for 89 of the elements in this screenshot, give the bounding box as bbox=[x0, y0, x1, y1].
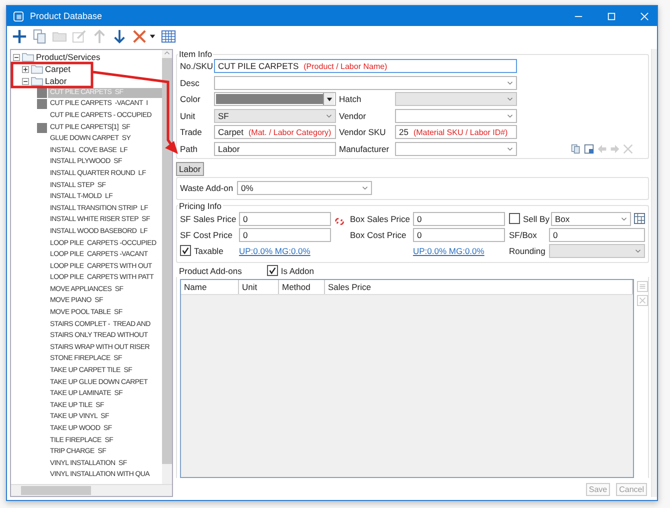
markup-link[interactable]: UP:0.0% MG:0.0% bbox=[239, 246, 413, 256]
field-label: Manufacturer bbox=[339, 144, 390, 154]
field-label: SF/Box bbox=[509, 230, 538, 240]
scrollbar[interactable] bbox=[11, 484, 172, 496]
field-label: Box Cost Price bbox=[350, 230, 408, 240]
copy-icon[interactable] bbox=[571, 144, 581, 154]
expand-icon[interactable] bbox=[22, 66, 29, 72]
database-icon bbox=[13, 10, 24, 22]
checkbox-label: Taxable bbox=[194, 246, 224, 256]
field-label: No./SKU bbox=[180, 61, 214, 71]
field-label: Hatch bbox=[339, 94, 362, 104]
chevron-down-icon bbox=[507, 80, 513, 84]
window-title: Product Database bbox=[30, 11, 102, 21]
field-label: Vendor bbox=[339, 110, 367, 120]
annotation-text: (Product / Labor Name) bbox=[304, 62, 388, 70]
field-label: SF Sales Price bbox=[180, 214, 238, 224]
broken-link-icon[interactable] bbox=[334, 216, 345, 227]
scrollbar-thumb[interactable] bbox=[162, 464, 172, 484]
collapse-icon[interactable] bbox=[22, 78, 29, 84]
dropdown[interactable]: Box bbox=[551, 212, 631, 226]
tree-item[interactable]: Carpet bbox=[45, 64, 71, 74]
folder-icon bbox=[31, 76, 43, 86]
dropdown[interactable] bbox=[395, 142, 517, 156]
table-icon[interactable] bbox=[634, 213, 645, 224]
checkbox-label: Sell By bbox=[523, 214, 550, 224]
checkbox[interactable] bbox=[180, 245, 191, 256]
add-icon[interactable] bbox=[12, 29, 27, 44]
chevron-down-icon bbox=[507, 97, 513, 101]
column-header[interactable]: Name bbox=[181, 280, 239, 294]
text-field[interactable]: 0 bbox=[413, 228, 505, 242]
down-arrow-icon[interactable] bbox=[112, 29, 127, 44]
text-field[interactable]: 0 bbox=[239, 228, 331, 242]
group-title: Product Add-ons bbox=[179, 266, 242, 276]
text-field[interactable]: 0 bbox=[239, 212, 331, 226]
chevron-down-icon bbox=[507, 114, 513, 118]
field-label: Desc bbox=[180, 78, 200, 88]
annotation-text: (Mat. / Labor Category) bbox=[248, 128, 332, 136]
checkbox[interactable] bbox=[509, 213, 520, 224]
group-title: Item Info bbox=[178, 49, 214, 59]
folder-icon bbox=[22, 52, 34, 62]
chevron-down-icon bbox=[326, 114, 332, 118]
text-field[interactable]: CUT PILE CARPETS (Product / Labor Name) bbox=[214, 59, 517, 73]
tree-item[interactable]: Product/Services bbox=[36, 52, 100, 62]
column-header[interactable]: Sales Price bbox=[325, 280, 633, 294]
text-field[interactable]: 0 bbox=[549, 228, 645, 242]
column-header[interactable]: Unit bbox=[239, 280, 279, 294]
text-field[interactable]: 25 (Material SKU / Labor ID#) bbox=[395, 125, 517, 139]
text-field[interactable]: Labor bbox=[214, 142, 336, 156]
field-label: Path bbox=[180, 144, 198, 154]
tree-item[interactable]: Labor bbox=[45, 76, 67, 86]
field-label: Vendor SKU bbox=[339, 127, 387, 137]
field-label: Waste Add-on bbox=[180, 182, 234, 192]
folder-icon bbox=[31, 64, 43, 74]
field-label: SF Cost Price bbox=[180, 230, 234, 240]
field-label: Rounding bbox=[509, 246, 546, 256]
chevron-down-icon bbox=[621, 216, 627, 220]
tab[interactable]: Labor bbox=[176, 162, 204, 176]
dropdown[interactable]: 0% bbox=[237, 180, 372, 194]
chevron-down-icon bbox=[362, 186, 368, 190]
scrollbar[interactable] bbox=[651, 49, 657, 497]
chevron-up-icon[interactable] bbox=[164, 51, 170, 55]
caret-icon[interactable] bbox=[326, 96, 332, 102]
document-icon[interactable] bbox=[584, 144, 594, 154]
grid-icon[interactable] bbox=[161, 29, 176, 44]
dropdown[interactable] bbox=[395, 108, 517, 122]
text-field[interactable]: Carpet (Mat. / Labor Category) bbox=[214, 125, 336, 139]
collapse-icon[interactable] bbox=[13, 54, 20, 60]
chevron-down-icon bbox=[635, 248, 641, 252]
text-field[interactable]: 0 bbox=[413, 212, 505, 226]
copy-icon[interactable] bbox=[32, 29, 47, 44]
scrollbar-thumb[interactable] bbox=[21, 486, 91, 495]
annotation-text: (Material SKU / Labor ID#) bbox=[413, 128, 508, 136]
scrollbar[interactable] bbox=[162, 50, 172, 484]
column-header[interactable]: Method bbox=[279, 280, 325, 294]
caret-icon[interactable] bbox=[149, 33, 156, 40]
checkbox-label: Is Addon bbox=[280, 266, 314, 276]
field-label: Trade bbox=[180, 127, 203, 137]
markup-link[interactable]: UP:0.0% MG:0.0% bbox=[413, 246, 505, 256]
field-label: Unit bbox=[180, 110, 196, 120]
maximize-icon[interactable] bbox=[607, 12, 616, 20]
checkbox[interactable] bbox=[266, 265, 278, 276]
field-label: Color bbox=[180, 94, 202, 104]
dropdown[interactable] bbox=[214, 76, 517, 90]
field-label: Box Sales Price bbox=[350, 214, 411, 224]
delete-icon[interactable] bbox=[132, 29, 147, 44]
close-icon[interactable] bbox=[640, 12, 649, 20]
group-title: Pricing Info bbox=[178, 200, 223, 210]
color-picker[interactable] bbox=[214, 92, 336, 106]
chevron-down-icon bbox=[507, 146, 513, 150]
